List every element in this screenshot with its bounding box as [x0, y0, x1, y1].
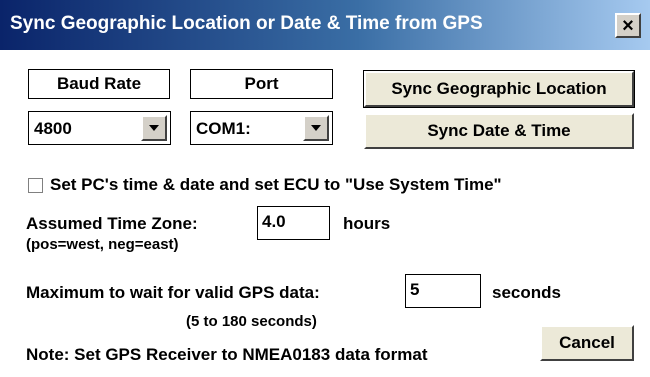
gps-wait-input[interactable]: 5	[405, 274, 481, 308]
port-value: COM1:	[196, 119, 251, 138]
chevron-down-icon	[149, 125, 159, 131]
close-button[interactable]: ×	[615, 13, 641, 38]
port-label-text: Port	[244, 74, 279, 93]
gps-wait-unit: seconds	[492, 283, 561, 302]
chevron-down-icon	[311, 125, 321, 131]
baud-rate-label-text: Baud Rate	[56, 74, 142, 93]
sync-location-button[interactable]: Sync Geographic Location	[363, 70, 635, 108]
baud-rate-label: Baud Rate	[28, 69, 170, 99]
timezone-unit: hours	[343, 214, 391, 233]
timezone-input[interactable]: 4.0	[257, 206, 330, 240]
close-icon: ×	[622, 14, 634, 37]
sync-location-button-label: Sync Geographic Location	[391, 79, 607, 98]
set-pc-time-checkbox[interactable]	[28, 178, 43, 193]
baud-rate-value: 4800	[34, 119, 72, 138]
baud-rate-select[interactable]: 4800	[28, 111, 171, 145]
timezone-input-value: 4.0	[262, 212, 286, 231]
cancel-button-label: Cancel	[559, 333, 615, 352]
timezone-label: Assumed Time Zone:	[26, 214, 198, 233]
timezone-hint: (pos=west, neg=east)	[26, 236, 179, 253]
sync-datetime-button-label: Sync Date & Time	[427, 121, 571, 140]
gps-wait-label: Maximum to wait for valid GPS data:	[26, 283, 320, 302]
baud-rate-dropdown-button[interactable]	[141, 115, 167, 141]
gps-sync-dialog: Sync Geographic Location or Date & Time …	[0, 0, 650, 377]
cancel-button[interactable]: Cancel	[540, 325, 634, 361]
port-select[interactable]: COM1:	[190, 111, 333, 145]
port-dropdown-button[interactable]	[303, 115, 329, 141]
sync-datetime-button[interactable]: Sync Date & Time	[364, 113, 634, 149]
gps-wait-range: (5 to 180 seconds)	[186, 313, 317, 330]
port-label: Port	[190, 69, 333, 99]
note-text: Note: Set GPS Receiver to NMEA0183 data …	[26, 345, 428, 364]
gps-wait-input-value: 5	[410, 280, 420, 299]
window-title: Sync Geographic Location or Date & Time …	[10, 13, 483, 34]
title-bar: Sync Geographic Location or Date & Time …	[0, 0, 650, 50]
set-pc-time-label[interactable]: Set PC's time & date and set ECU to "Use…	[50, 175, 502, 195]
